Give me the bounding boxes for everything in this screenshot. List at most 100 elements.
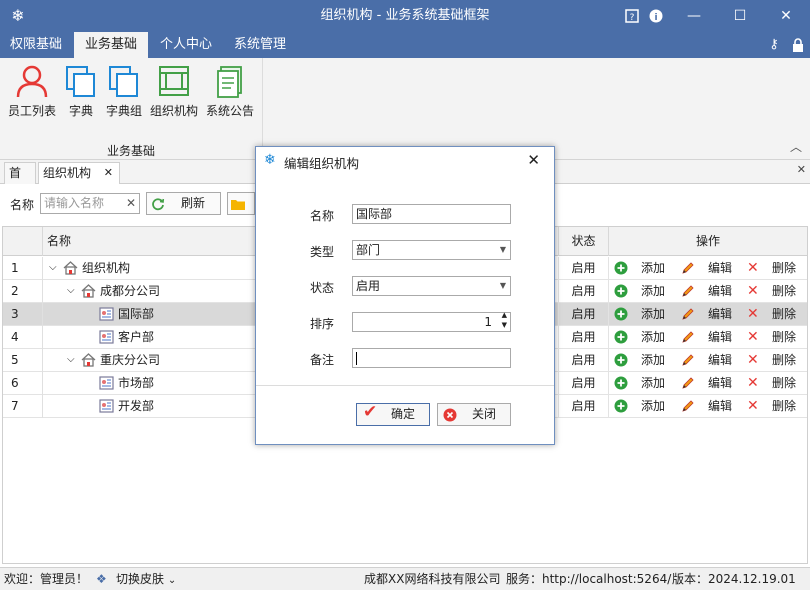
dictionary-group-button[interactable]: 字典组 [104,64,144,124]
edit-link[interactable]: 编辑 [708,257,732,279]
tab-organization[interactable]: 组织机构 ✕ [38,162,120,184]
add-icon[interactable] [614,352,628,374]
organization-button[interactable]: 组织机构 [148,64,200,124]
add-link[interactable]: 添加 [641,395,665,417]
type-select[interactable]: 部门 ▼ [352,240,511,260]
add-icon[interactable] [614,283,628,305]
skin-icon: ❖ [96,572,107,586]
tab-personal-center[interactable]: 个人中心 [150,32,222,58]
close-window-button[interactable]: ✕ [768,0,804,32]
dropdown-arrow-icon: ▼ [499,281,506,290]
order-stepper[interactable]: 1 ▲ ▼ [352,310,511,332]
status-column-header[interactable]: 状态 [558,227,608,256]
add-icon[interactable] [614,398,628,420]
organization-label: 组织机构 [149,104,198,118]
dialog-snowflake-icon: ❄ [264,152,276,168]
row-number: 6 [3,372,43,395]
delete-x-icon[interactable]: ✕ [747,257,759,279]
text-cursor [356,352,357,365]
delete-link[interactable]: 删除 [772,349,796,371]
close-button[interactable]: 关闭 [437,403,511,426]
info-icon[interactable]: i [638,0,674,32]
search-input[interactable]: 请输入名称 ✕ [40,193,140,214]
add-link[interactable]: 添加 [641,257,665,279]
dictionary-button[interactable]: 字典 [64,64,98,124]
pencil-icon[interactable] [681,306,695,328]
home-icon [81,349,96,374]
delete-link[interactable]: 删除 [772,257,796,279]
add-icon[interactable] [614,306,628,328]
refresh-button[interactable]: 刷新 [146,192,221,215]
edit-link[interactable]: 编辑 [708,280,732,302]
add-link[interactable]: 添加 [641,326,665,348]
add-icon[interactable] [614,260,628,282]
delete-link[interactable]: 删除 [772,395,796,417]
department-icon [99,326,114,351]
lock-icon[interactable] [790,36,806,54]
order-value: 1 [484,315,492,329]
remark-field[interactable] [352,348,511,368]
delete-link[interactable]: 删除 [772,372,796,394]
tab-home[interactable]: 首页 [4,162,36,200]
delete-x-icon[interactable]: ✕ [747,280,759,302]
dialog-title: 编辑组织机构 [284,156,360,171]
open-folder-button[interactable] [227,192,255,215]
edit-link[interactable]: 编辑 [708,395,732,417]
expand-chevron-icon[interactable]: ⌵ [49,257,57,279]
tab-business-basics[interactable]: 业务基础 [74,32,148,58]
close-label: 关闭 [472,407,497,421]
delete-x-icon[interactable]: ✕ [747,326,759,348]
pencil-icon[interactable] [681,260,695,282]
edit-link[interactable]: 编辑 [708,349,732,371]
status-select[interactable]: 启用 ▼ [352,276,511,296]
ok-label: 确定 [391,407,416,421]
delete-x-icon[interactable]: ✕ [747,372,759,394]
tab-permission-basics[interactable]: 权限基础 [0,32,72,58]
name-field[interactable]: 国际部 [352,204,511,224]
system-notice-button[interactable]: 系统公告 [204,64,256,124]
add-icon[interactable] [614,329,628,351]
close-all-tabs-icon[interactable]: ✕ [797,163,806,176]
edit-link[interactable]: 编辑 [708,372,732,394]
ok-button[interactable]: ✔ 确定 [356,402,430,426]
home-icon [81,280,96,305]
delete-link[interactable]: 删除 [772,280,796,302]
pencil-icon[interactable] [681,329,695,351]
switch-skin-dropdown[interactable]: 切换皮肤 ⌄ [116,568,176,592]
delete-x-icon[interactable]: ✕ [747,395,759,417]
expand-chevron-icon[interactable]: ⌵ [67,280,75,302]
pencil-icon[interactable] [681,398,695,420]
edit-link[interactable]: 编辑 [708,303,732,325]
pencil-icon[interactable] [681,352,695,374]
add-link[interactable]: 添加 [641,349,665,371]
tab-system-management[interactable]: 系统管理 [224,32,296,58]
tab-organization-label: 组织机构 [43,166,92,180]
add-icon[interactable] [614,375,628,397]
add-link[interactable]: 添加 [641,303,665,325]
collapse-ribbon-chevron-icon[interactable]: ︿ [790,138,802,155]
pencil-icon[interactable] [681,375,695,397]
pencil-icon[interactable] [681,283,695,305]
copy-icon [66,66,95,97]
system-notice-label: 系统公告 [205,104,254,118]
expand-chevron-icon[interactable]: ⌵ [67,349,75,371]
edit-link[interactable]: 编辑 [708,326,732,348]
spin-arrows-icon[interactable]: ▲ ▼ [502,310,507,330]
dialog-close-icon[interactable]: ✕ [527,151,540,169]
employee-list-button[interactable]: 员工列表 [6,64,58,124]
close-tab-icon[interactable]: ✕ [104,163,113,183]
org-name: 国际部 [118,307,155,321]
add-link[interactable]: 添加 [641,280,665,302]
delete-x-icon[interactable]: ✕ [747,303,759,325]
delete-link[interactable]: 删除 [772,326,796,348]
minimize-button[interactable]: — [676,0,712,32]
copy-icon [109,66,138,97]
key-icon[interactable]: ⚷ [766,36,782,54]
maximize-button[interactable]: ☐ [722,0,758,32]
clear-search-icon[interactable]: ✕ [126,194,136,213]
add-link[interactable]: 添加 [641,372,665,394]
folder-icon [231,200,245,210]
delete-x-icon[interactable]: ✕ [747,349,759,371]
delete-link[interactable]: 删除 [772,303,796,325]
name-column-header[interactable]: 名称 [47,227,71,256]
